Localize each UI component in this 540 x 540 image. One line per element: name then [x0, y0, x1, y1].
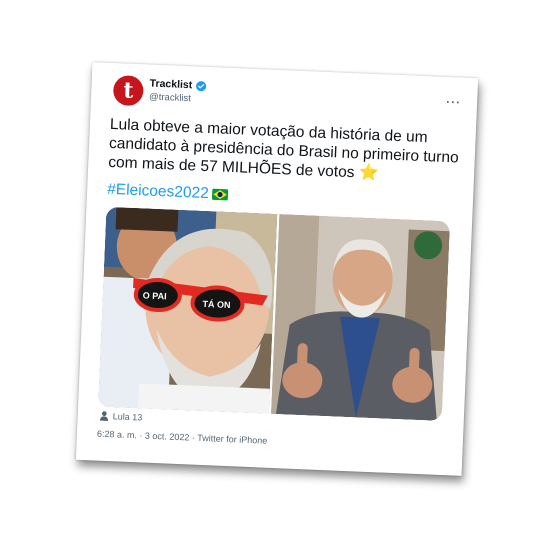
more-options-icon[interactable]: ···	[446, 95, 462, 110]
photo-thumbs-up-image	[270, 214, 451, 422]
verified-badge-icon	[195, 80, 206, 91]
tweet-timestamp[interactable]: 6:28 a. m. · 3 oct. 2022 · Twitter for i…	[97, 429, 268, 446]
hashtag-link[interactable]: #Eleicoes2022	[107, 181, 209, 203]
sunglasses-text-right: TÁ ON	[202, 299, 230, 310]
media-photo-left[interactable]: O PAI TÁ ON	[98, 206, 278, 414]
star-emoji-icon: ⭐	[358, 164, 380, 183]
tagged-label[interactable]: Lula 13	[112, 411, 142, 422]
tagged-people[interactable]: Lula 13	[99, 411, 142, 422]
tweet-card: t Tracklist @tracklist ··· Lula obteve a…	[75, 62, 479, 476]
media-photo-right[interactable]	[270, 214, 451, 422]
person-icon	[99, 411, 109, 422]
brazil-flag-icon	[211, 188, 228, 201]
tweet-text: Lula obteve a maior votação da história …	[108, 115, 460, 187]
media-grid[interactable]: O PAI TÁ ON	[98, 206, 451, 422]
photo-sunglasses-image: O PAI TÁ ON	[98, 206, 278, 414]
account-name-row[interactable]: Tracklist	[149, 78, 206, 92]
account-name[interactable]: Tracklist	[149, 78, 192, 92]
tweet-body: Lula obteve a maior votação da história …	[107, 115, 459, 182]
sunglasses-text-left: O PAI	[143, 290, 167, 301]
avatar[interactable]: t	[112, 75, 144, 107]
hashtag-row: #Eleicoes2022	[107, 181, 228, 204]
account-handle[interactable]: @tracklist	[149, 91, 191, 104]
